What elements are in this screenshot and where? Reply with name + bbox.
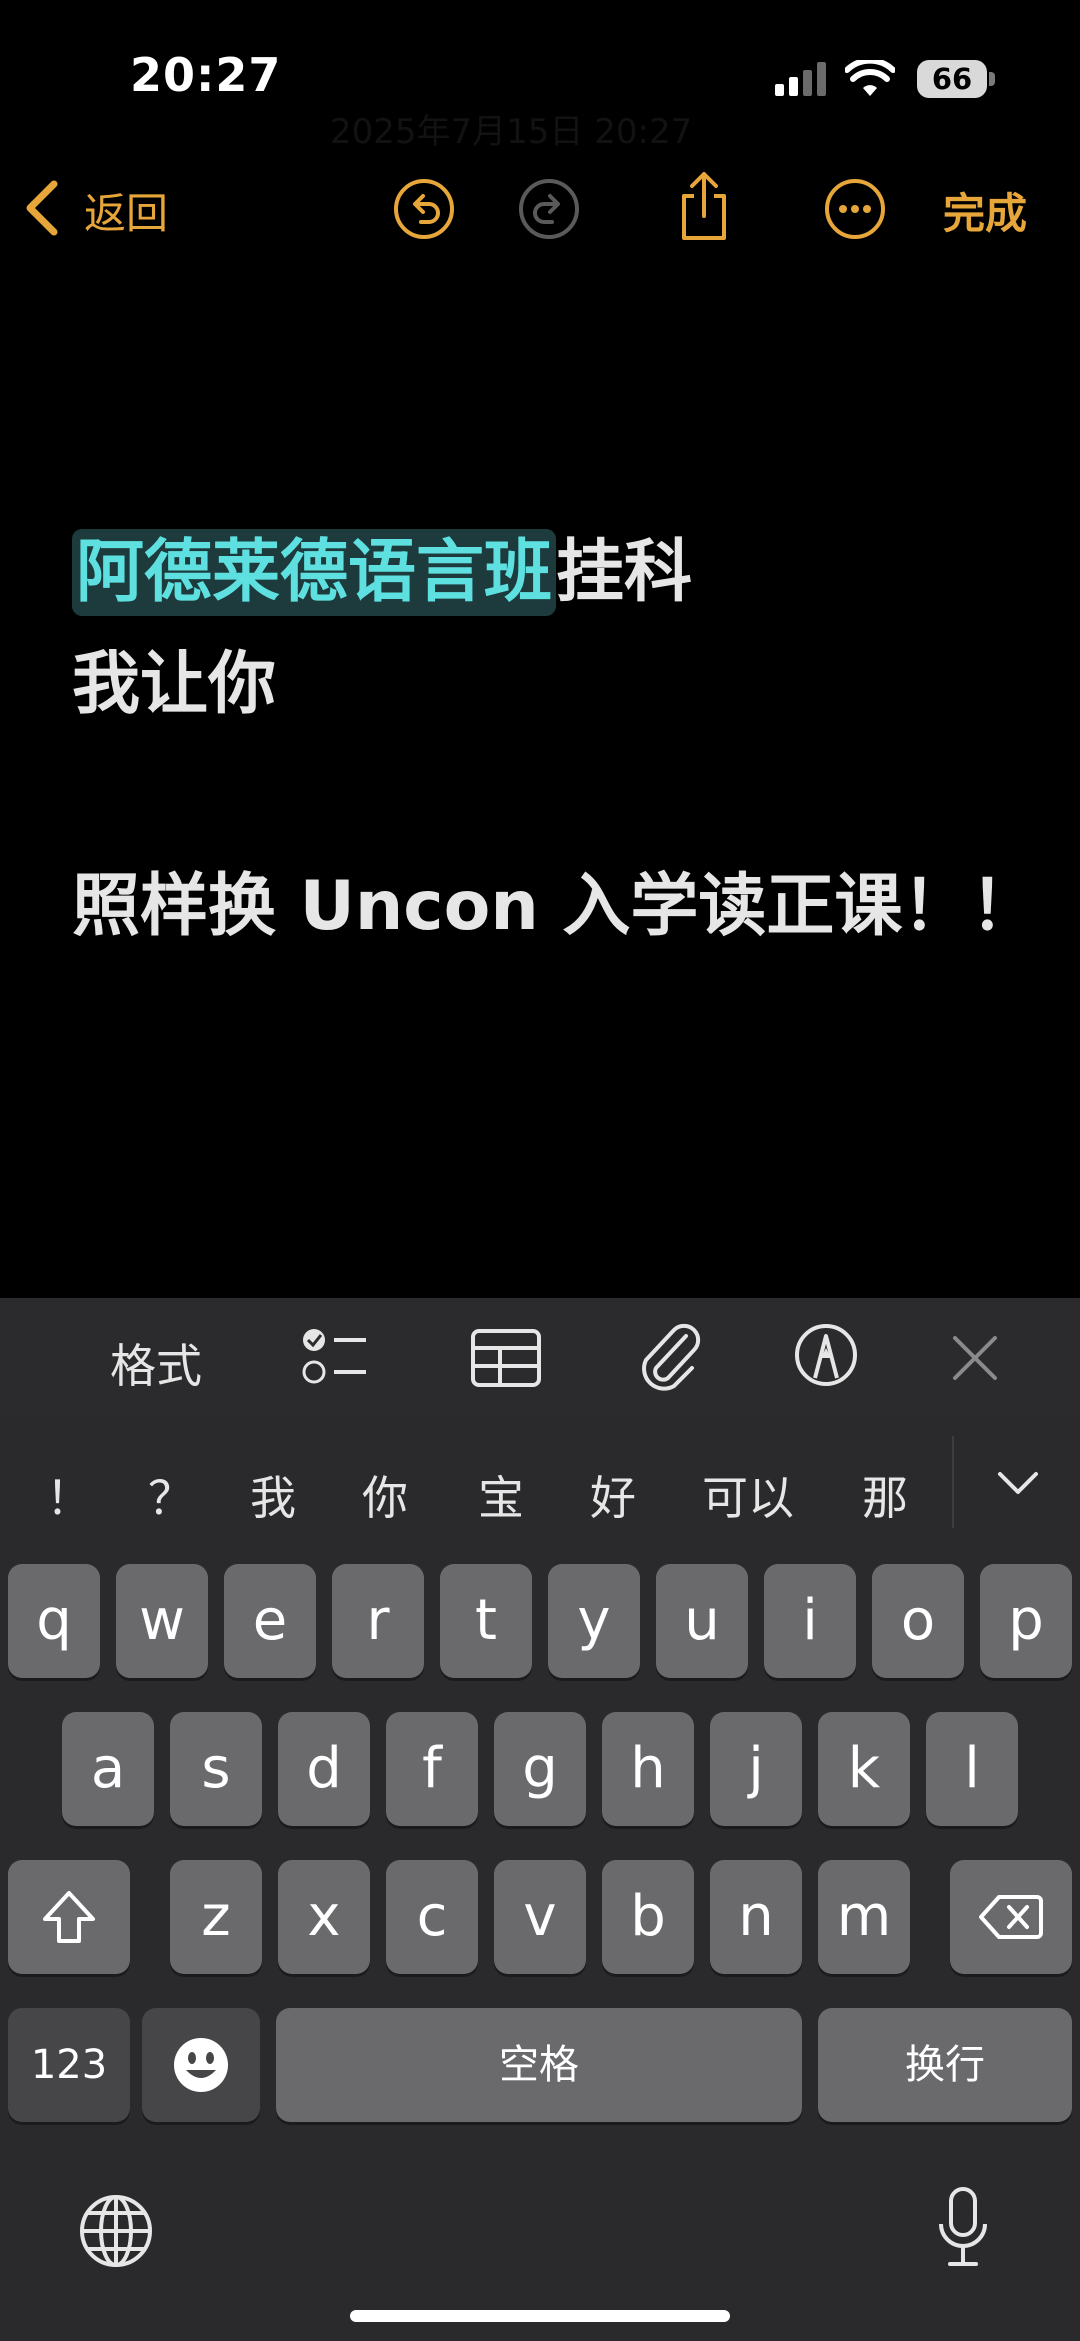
key-l[interactable]: l xyxy=(926,1712,1018,1826)
candidate-word[interactable]: 宝 xyxy=(478,1462,524,1528)
key-j[interactable]: j xyxy=(710,1712,802,1826)
table-icon[interactable] xyxy=(470,1328,542,1388)
key-e[interactable]: e xyxy=(224,1564,316,1678)
candidate-word[interactable]: 那 xyxy=(862,1462,908,1528)
key-i[interactable]: i xyxy=(764,1564,856,1678)
redo-icon[interactable] xyxy=(518,178,580,240)
key-s[interactable]: s xyxy=(170,1712,262,1826)
delete-key[interactable] xyxy=(950,1860,1072,1974)
selected-text[interactable]: 阿德莱德语言班 xyxy=(72,529,557,616)
key-h[interactable]: h xyxy=(602,1712,694,1826)
note-date: 2025年7月15日 20:27 xyxy=(330,112,693,152)
key-a[interactable]: a xyxy=(62,1712,154,1826)
space-key[interactable]: 空格 xyxy=(276,2008,802,2122)
share-icon[interactable] xyxy=(676,170,732,242)
back-chevron-icon[interactable] xyxy=(24,180,60,236)
shift-icon xyxy=(43,1891,95,1943)
microphone-icon[interactable] xyxy=(936,2186,990,2270)
more-options-icon[interactable] xyxy=(824,178,886,240)
battery-tip xyxy=(989,72,995,86)
candidate-divider xyxy=(952,1436,954,1528)
key-m[interactable]: m xyxy=(818,1860,910,1974)
done-button[interactable]: 完成 xyxy=(943,180,1027,241)
key-w[interactable]: w xyxy=(116,1564,208,1678)
key-n[interactable]: n xyxy=(710,1860,802,1974)
note-line-1[interactable]: 阿德莱德语言班挂科 xyxy=(72,516,692,616)
key-b[interactable]: b xyxy=(602,1860,694,1974)
key-z[interactable]: z xyxy=(170,1860,262,1974)
key-d[interactable]: d xyxy=(278,1712,370,1826)
key-x[interactable]: x xyxy=(278,1860,370,1974)
attachment-icon[interactable] xyxy=(636,1322,706,1394)
battery-indicator: 66 xyxy=(917,60,987,98)
candidate-word[interactable]: 好 xyxy=(590,1462,636,1528)
key-f[interactable]: f xyxy=(386,1712,478,1826)
key-c[interactable]: c xyxy=(386,1860,478,1974)
globe-icon[interactable] xyxy=(78,2193,154,2269)
status-time: 20:27 xyxy=(130,48,282,102)
shift-key[interactable] xyxy=(8,1860,130,1974)
checklist-icon[interactable] xyxy=(300,1322,370,1392)
key-t[interactable]: t xyxy=(440,1564,532,1678)
backspace-icon xyxy=(979,1895,1043,1939)
markup-pen-icon[interactable] xyxy=(793,1322,859,1388)
candidate-word[interactable]: 可以 xyxy=(702,1462,794,1528)
emoji-icon xyxy=(174,2038,228,2092)
key-v[interactable]: v xyxy=(494,1860,586,1974)
candidate-word[interactable]: 你 xyxy=(362,1462,408,1528)
note-line-3[interactable]: 照样换 Uncon 入学读正课！！ xyxy=(72,850,1038,949)
key-q[interactable]: q xyxy=(8,1564,100,1678)
candidate-word[interactable]: 我 xyxy=(250,1462,296,1528)
key-u[interactable]: u xyxy=(656,1564,748,1678)
key-r[interactable]: r xyxy=(332,1564,424,1678)
emoji-key[interactable] xyxy=(142,2008,260,2122)
back-button[interactable]: 返回 xyxy=(84,180,168,241)
undo-icon[interactable] xyxy=(393,178,455,240)
wifi-icon xyxy=(845,60,895,96)
note-line-2[interactable]: 我让你 xyxy=(72,628,276,727)
candidate-word[interactable]: ？ xyxy=(148,1462,194,1528)
key-p[interactable]: p xyxy=(980,1564,1072,1678)
format-button[interactable]: 格式 xyxy=(110,1330,202,1396)
note-line-1-rest[interactable]: 挂科 xyxy=(556,533,692,612)
home-indicator[interactable] xyxy=(350,2310,730,2322)
key-y[interactable]: y xyxy=(548,1564,640,1678)
numbers-key[interactable]: 123 xyxy=(8,2008,130,2122)
return-key[interactable]: 换行 xyxy=(818,2008,1072,2122)
chevron-down-icon[interactable] xyxy=(994,1466,1042,1498)
signal-icon xyxy=(775,62,826,96)
key-g[interactable]: g xyxy=(494,1712,586,1826)
key-k[interactable]: k xyxy=(818,1712,910,1826)
candidate-word[interactable]: ！ xyxy=(46,1462,92,1528)
close-toolbar-icon[interactable] xyxy=(951,1334,999,1382)
key-o[interactable]: o xyxy=(872,1564,964,1678)
